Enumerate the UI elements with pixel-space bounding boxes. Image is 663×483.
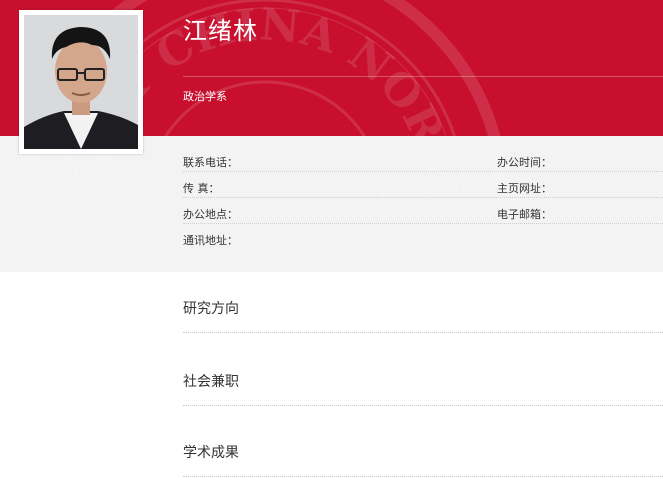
section-title-academic: 学术成果 [183, 445, 239, 461]
office-hours-field: 办公时间： [497, 156, 552, 169]
social-section: 社会兼职 [183, 361, 663, 406]
contact-row: 联系电话： 办公时间： [183, 146, 663, 172]
section-title-social: 社会兼职 [183, 374, 239, 390]
section-title-research: 研究方向 [183, 301, 239, 317]
phone-field: 联系电话： [183, 156, 238, 169]
header-divider [183, 76, 663, 77]
academic-section: 学术成果 [183, 432, 663, 477]
contact-info: 联系电话： 办公时间： 传 真： 主页网址： 办公地点： 电子邮箱： 通讯地址： [183, 146, 663, 250]
contact-row: 通讯地址： [183, 224, 663, 250]
contact-row: 传 真： 主页网址： [183, 172, 663, 198]
department-label: 政治学系 [183, 90, 227, 103]
fax-field: 传 真： [183, 182, 220, 195]
contact-row: 办公地点： 电子邮箱： [183, 198, 663, 224]
mailing-address-field: 通讯地址： [183, 234, 238, 247]
profile-photo [19, 10, 143, 154]
office-location-field: 办公地点： [183, 208, 238, 221]
homepage-field: 主页网址： [497, 182, 552, 195]
person-name: 江绪林 [183, 17, 258, 45]
research-section: 研究方向 [183, 288, 663, 333]
email-field: 电子邮箱： [497, 208, 552, 221]
